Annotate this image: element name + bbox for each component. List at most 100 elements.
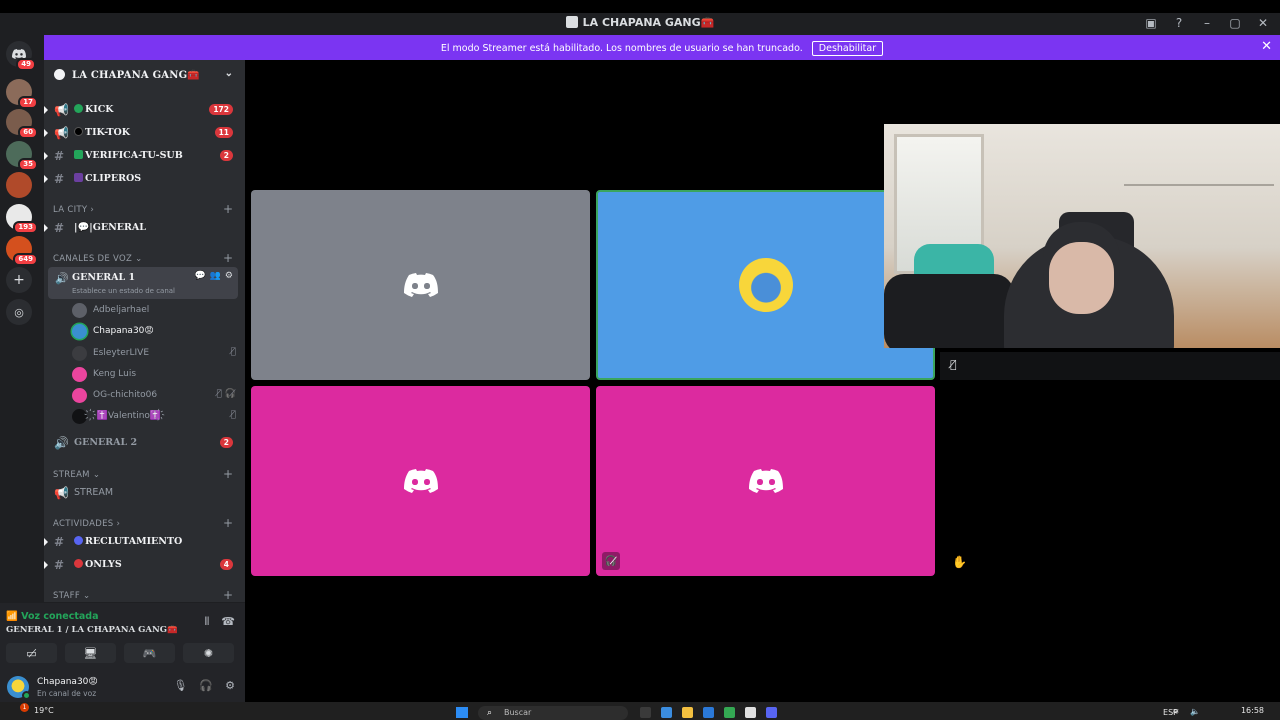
black-circle-icon: [74, 127, 83, 136]
chevron-down-icon[interactable]: ⌄: [225, 68, 233, 79]
server-icon-1[interactable]: 17: [6, 79, 38, 109]
disconnect-icon[interactable]: ☎: [221, 615, 235, 629]
add-channel-icon[interactable]: +: [223, 467, 233, 481]
wifi-icon[interactable]: ≋: [1172, 707, 1179, 716]
channel-stream[interactable]: 📢 STREAM: [44, 483, 245, 503]
username[interactable]: Chapana30😡: [37, 677, 98, 687]
server-badge: 649: [13, 253, 38, 266]
voice-user[interactable]: EsleyterLIVE 🎙̸: [72, 344, 242, 364]
category-stream[interactable]: STREAM ⌄ +: [44, 467, 245, 483]
channel-cliperos[interactable]: # CLIPEROS: [44, 169, 245, 189]
maximize-button[interactable]: ▢: [1228, 16, 1242, 30]
unread-indicator: [44, 175, 48, 183]
screen-share-button[interactable]: 🖥: [65, 643, 116, 663]
voice-channel-general-2[interactable]: 🔊 GENERAL 2 2: [44, 433, 245, 453]
help-icon[interactable]: ?: [1172, 16, 1186, 30]
user-controls: 🎙 🎧 ⚙: [173, 679, 235, 692]
add-channel-icon[interactable]: +: [223, 251, 233, 265]
add-channel-icon[interactable]: +: [223, 516, 233, 530]
server-icon-4[interactable]: [6, 172, 32, 198]
close-banner-icon[interactable]: ✕: [1261, 39, 1272, 54]
activities-button[interactable]: 🎮: [124, 643, 175, 663]
category-staff[interactable]: STAFF ⌄ +: [44, 588, 245, 602]
webcam-person-head: [1049, 242, 1114, 314]
avatar[interactable]: [7, 676, 31, 700]
discord-logo-icon: [403, 469, 438, 493]
voice-user[interactable]: Keng Luis: [72, 365, 242, 385]
voice-user[interactable]: OG-chichito06 🎙̸ 🎧̸: [72, 386, 242, 406]
category-voice[interactable]: CANALES DE VOZ ⌄ +: [44, 251, 245, 267]
voice-user[interactable]: ҉✝️Valentino✝️҉ 🎙̸: [72, 407, 242, 427]
category-la-city[interactable]: LA CITY › +: [44, 202, 245, 218]
media-player-icon[interactable]: [745, 707, 756, 718]
close-window-button[interactable]: ✕: [1256, 16, 1270, 30]
noise-suppression-icon[interactable]: ⦀: [204, 615, 209, 629]
clapper-icon: [74, 173, 83, 182]
voice-user[interactable]: Adbeljarhael: [72, 301, 242, 321]
invite-icon[interactable]: 👥: [210, 271, 221, 281]
volume-icon[interactable]: 🔈: [1190, 707, 1200, 716]
add-channel-icon[interactable]: +: [223, 202, 233, 216]
participant-tile-pink-2[interactable]: 🎧̸: [596, 386, 935, 576]
channel-reclutamiento[interactable]: # RECLUTAMIENTO: [44, 532, 245, 552]
channel-sidebar: LA CHAPANA GANG🧰 ⌄ 📢 KICK 172 📢 TIK-TOK …: [44, 60, 245, 602]
chat-icon[interactable]: 💬: [194, 271, 205, 281]
channel-status[interactable]: Establece un estado de canal: [72, 287, 175, 295]
voice-connected-status[interactable]: 📶 Voz conectada: [6, 611, 99, 622]
participant-tile-pink-1[interactable]: [251, 386, 590, 576]
voice-channel-general-1[interactable]: 🔊 GENERAL 1 Establece un estado de canal…: [48, 267, 238, 299]
headphones-icon[interactable]: 🎧: [199, 679, 213, 692]
guild-header[interactable]: LA CHAPANA GANG🧰 ⌄: [44, 60, 245, 90]
windows-start-icon[interactable]: [456, 707, 468, 718]
soccer-ball-icon: [74, 536, 83, 545]
voice-user[interactable]: Chapana30😡: [72, 322, 242, 342]
minimize-button[interactable]: –: [1200, 16, 1214, 30]
taskbar-search[interactable]: ⌕ Buscar: [478, 706, 628, 720]
channel-verifica[interactable]: # VERIFICA-TU-SUB 2: [44, 146, 245, 166]
camera-button[interactable]: ▭̸: [6, 643, 57, 663]
category-label: STREAM ⌄: [53, 470, 101, 480]
server-icon-2[interactable]: 60: [6, 109, 38, 139]
gear-icon[interactable]: ⚙: [225, 271, 233, 281]
add-server-icon[interactable]: +: [6, 267, 32, 293]
discord-home-icon[interactable]: 49: [6, 41, 36, 71]
inbox-icon[interactable]: ▣: [1144, 16, 1158, 30]
server-icon-5[interactable]: 193: [6, 204, 38, 234]
hashtag-icon: #: [54, 558, 65, 572]
server-icon-6[interactable]: 649: [6, 236, 38, 266]
soundboard-button[interactable]: ✺: [183, 643, 234, 663]
webcam-overlay[interactable]: [884, 124, 1280, 348]
explore-icon[interactable]: ◎: [6, 299, 32, 325]
gear-icon[interactable]: ⚙: [225, 679, 235, 692]
taskbar-clock[interactable]: 16:58: [1241, 706, 1264, 715]
voice-user-name: ҉✝️Valentino✝️҉: [93, 411, 165, 421]
channel-onlys[interactable]: # ONLYS 4: [44, 555, 245, 575]
hashtag-icon: #: [54, 172, 65, 186]
chrome-icon[interactable]: [724, 707, 735, 718]
edge-icon[interactable]: [703, 707, 714, 718]
server-icon-3[interactable]: 35: [6, 141, 38, 171]
category-actividades[interactable]: ACTIVIDADES › +: [44, 516, 245, 532]
server-badge: 17: [18, 96, 38, 109]
file-explorer-icon[interactable]: [682, 707, 693, 718]
task-view-icon[interactable]: [640, 707, 651, 718]
window-title: LA CHAPANA GANG🧰: [0, 16, 1280, 29]
disable-streamer-button[interactable]: Deshabilitar: [811, 41, 884, 56]
voice-location[interactable]: GENERAL 1 / LA CHAPANA GANG🧰: [6, 625, 178, 635]
copilot-icon[interactable]: [661, 707, 672, 718]
microphone-icon[interactable]: 🎙: [173, 679, 187, 692]
announcement-icon: 📢: [54, 103, 69, 117]
channel-kick[interactable]: 📢 KICK 172: [44, 100, 245, 120]
participant-tile-gray[interactable]: [251, 190, 590, 380]
hashtag-icon: #: [54, 535, 65, 549]
channel-tiktok[interactable]: 📢 TIK-TOK 11: [44, 123, 245, 143]
add-channel-icon[interactable]: +: [223, 588, 233, 602]
channel-general-text[interactable]: # |💬|GENERAL: [44, 218, 245, 238]
channel-name: ONLYS: [74, 559, 122, 570]
discord-taskbar-icon[interactable]: [766, 707, 777, 718]
voice-user-name: Adbeljarhael: [93, 305, 150, 315]
speaker-icon: 🔊: [55, 272, 69, 285]
announcement-icon: 📢: [54, 486, 69, 500]
weather-temp[interactable]: 19°C: [34, 706, 54, 715]
avatar: [72, 367, 87, 382]
